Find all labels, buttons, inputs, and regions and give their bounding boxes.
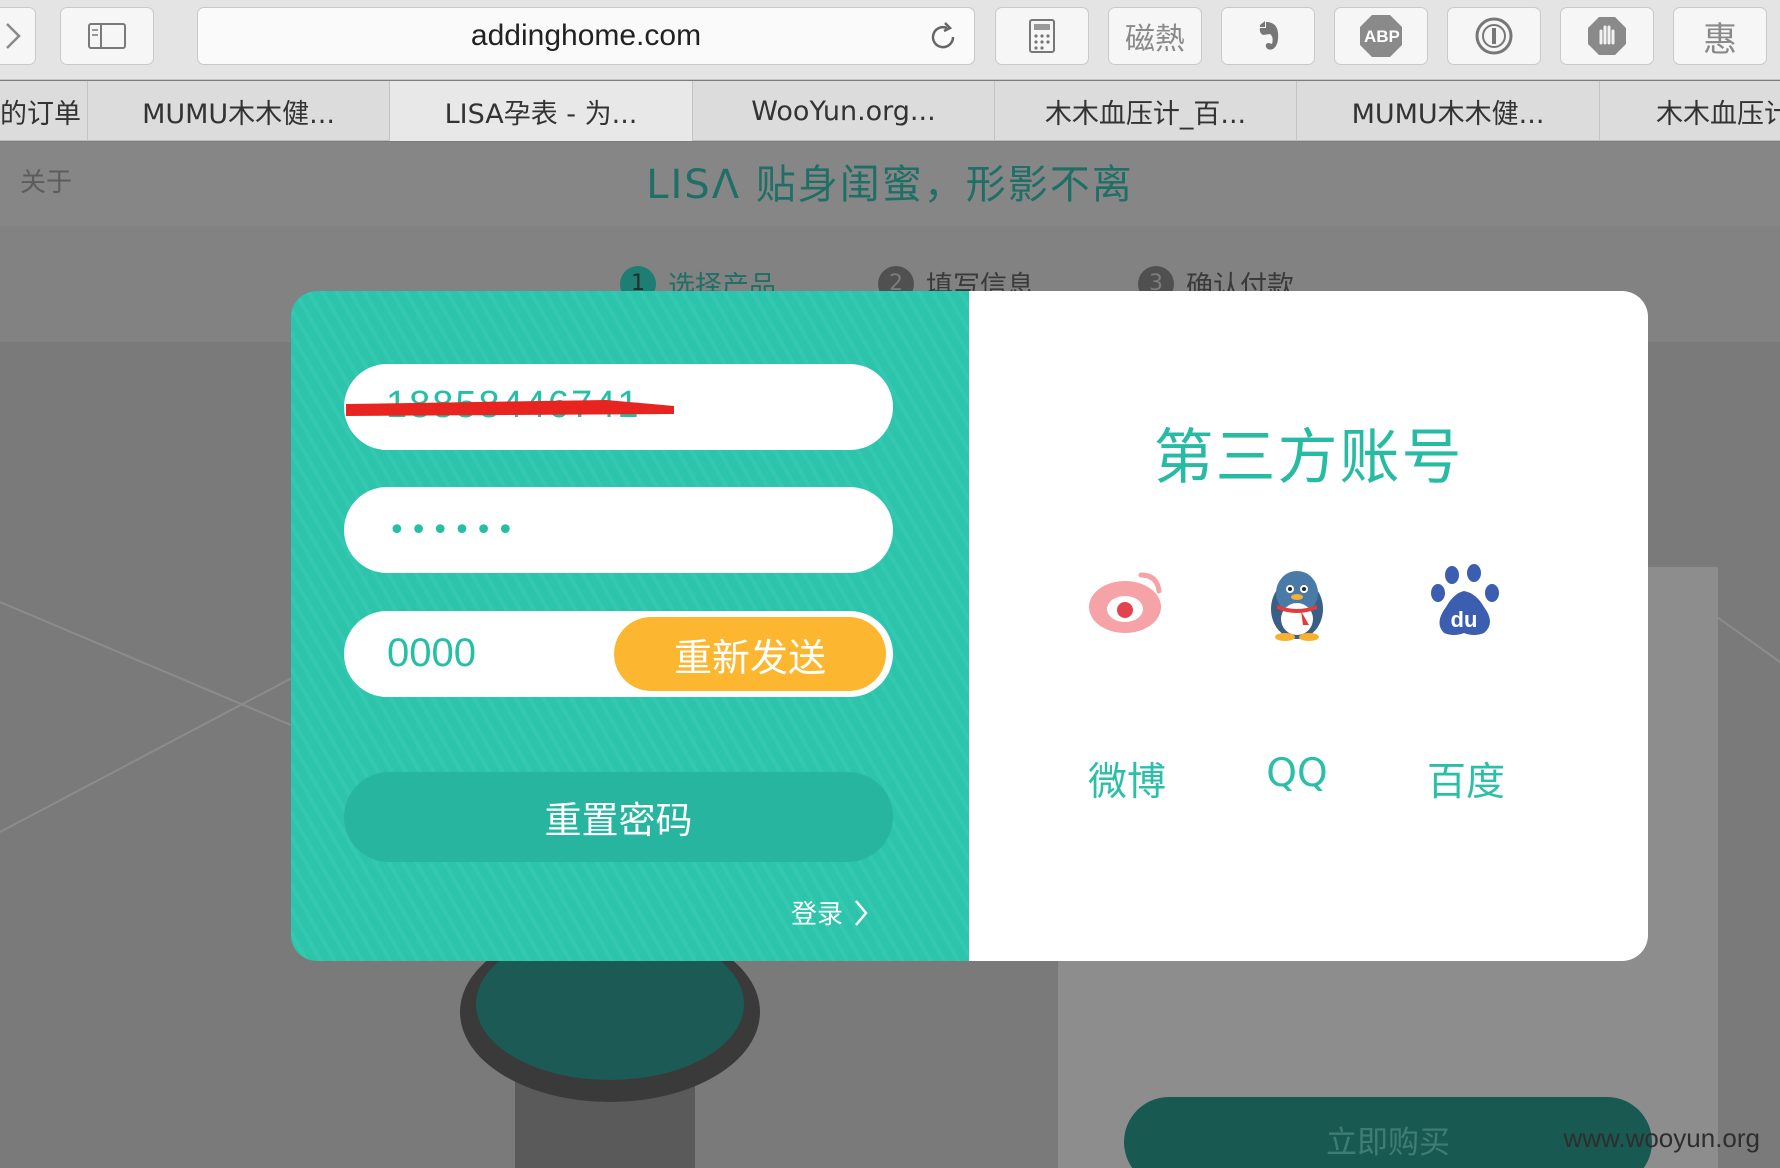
watch-image xyxy=(460,942,760,1168)
site-slogan: LISΛ 贴身闺蜜，形影不离 xyxy=(646,162,1134,208)
calculator-extension-button[interactable] xyxy=(995,7,1089,65)
third-party-panel: 第三方账号 微博 QQ du 百度 xyxy=(969,291,1648,961)
password-input[interactable]: •••••• xyxy=(344,487,893,573)
third-party-title: 第三方账号 xyxy=(1153,423,1464,493)
password-icon xyxy=(1475,17,1513,55)
hui-extension-button[interactable]: 惠 xyxy=(1673,7,1767,65)
verification-code-input[interactable]: 0000 重新发送 xyxy=(344,611,893,697)
adblock-extension-button[interactable]: ABP xyxy=(1334,7,1428,65)
sidebar-icon xyxy=(88,23,126,49)
tab-label: MUMU木木健... xyxy=(142,98,335,130)
forward-button[interactable] xyxy=(0,7,36,65)
baidu-icon: du xyxy=(1431,564,1499,635)
tab-bar: 我的订单 MUMU木木健... LISA孕表 - 为... WooYun.org… xyxy=(0,81,1780,141)
tab-mumu-2[interactable]: MUMU木木健... xyxy=(1297,81,1600,141)
adblock-label: ABP xyxy=(1364,27,1400,46)
stamp-icon: 磁熱 xyxy=(1125,22,1185,57)
chevron-right-icon xyxy=(6,23,21,49)
baidu-login[interactable]: du 百度 xyxy=(1406,561,1526,861)
qq-label: QQ xyxy=(1266,751,1328,796)
tab-orders[interactable]: 我的订单 xyxy=(0,81,88,141)
tab-label: LISA孕表 - 为... xyxy=(444,98,638,130)
tab-wooyun[interactable]: WooYun.org... xyxy=(693,81,995,141)
svg-text:du: du xyxy=(1451,607,1478,632)
evernote-extension-button[interactable] xyxy=(1221,7,1315,65)
sidebar-button[interactable] xyxy=(60,7,154,65)
login-link[interactable]: 登录 xyxy=(791,894,869,931)
stamp-extension-button[interactable]: 磁熱 xyxy=(1108,7,1202,65)
tab-label: 我的订单 xyxy=(0,98,81,130)
code-value: 0000 xyxy=(387,631,476,675)
reload-icon[interactable] xyxy=(926,20,960,54)
stop-hand-icon xyxy=(1588,17,1626,55)
qq-login[interactable]: QQ xyxy=(1237,561,1357,861)
watermark: www.wooyun.org xyxy=(1563,1123,1760,1153)
address-bar[interactable]: addinghome.com xyxy=(197,7,975,65)
weibo-icon xyxy=(1089,572,1162,633)
tab-bp-monitor-1[interactable]: 木木血压计_百... xyxy=(995,81,1297,141)
url-text: addinghome.com xyxy=(470,19,702,52)
password-extension-button[interactable] xyxy=(1447,7,1541,65)
tab-label: 木木血压计 xyxy=(1656,98,1780,130)
tab-bp-monitor-2[interactable]: 木木血压计 xyxy=(1600,81,1780,141)
site-header: 关于 LISΛ 贴身闺蜜，形影不离 xyxy=(0,142,1780,226)
tab-label: WooYun.org... xyxy=(751,95,936,127)
tab-label: MUMU木木健... xyxy=(1351,98,1545,130)
stop-extension-button[interactable] xyxy=(1560,7,1654,65)
redaction-mark xyxy=(346,400,674,416)
reset-password-button[interactable]: 重置密码 xyxy=(344,772,893,862)
chevron-right-icon xyxy=(855,899,868,926)
calculator-icon xyxy=(1029,19,1055,53)
weibo-login[interactable]: 微博 xyxy=(1067,561,1187,861)
login-label: 登录 xyxy=(791,900,844,930)
reset-password-modal: 18858446741 •••••• 0000 重新发送 重置密码 登录 第三方… xyxy=(291,291,1648,961)
phone-input[interactable]: 18858446741 xyxy=(344,364,893,450)
tab-mumu-1[interactable]: MUMU木木健... xyxy=(88,81,390,141)
tab-lisa[interactable]: LISA孕表 - 为... xyxy=(390,81,693,141)
evernote-icon xyxy=(1259,21,1279,50)
baidu-label: 百度 xyxy=(1426,760,1505,805)
tab-label: 木木血压计_百... xyxy=(1044,98,1247,130)
qq-icon xyxy=(1271,571,1323,641)
weibo-label: 微博 xyxy=(1087,760,1166,805)
reset-form-panel: 18858446741 •••••• 0000 重新发送 重置密码 登录 xyxy=(291,291,969,961)
resend-code-button[interactable]: 重新发送 xyxy=(614,617,886,691)
hui-icon: 惠 xyxy=(1703,19,1737,60)
password-mask: •••••• xyxy=(388,513,519,548)
browser-toolbar: addinghome.com 磁熱 ABP 惠 xyxy=(0,0,1780,80)
